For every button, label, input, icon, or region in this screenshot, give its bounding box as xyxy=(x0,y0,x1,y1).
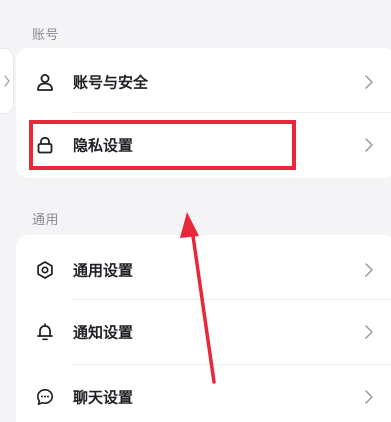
settings-item-chat[interactable]: 聊天设置 xyxy=(16,365,391,422)
chevron-right-icon xyxy=(365,75,373,89)
section-title-account: 账号 xyxy=(32,28,60,43)
settings-item-notification[interactable]: 通知设置 xyxy=(16,300,391,364)
settings-item-label: 账号与安全 xyxy=(73,73,149,92)
chevron-right-icon xyxy=(3,75,10,87)
settings-item-general[interactable]: 通用设置 xyxy=(16,238,391,302)
chevron-right-icon xyxy=(365,138,373,152)
settings-item-label: 通知设置 xyxy=(73,323,134,342)
lock-icon xyxy=(36,136,54,154)
chevron-right-icon xyxy=(365,390,373,404)
settings-item-account-security[interactable]: 账号与安全 xyxy=(16,50,391,114)
general-settings-card: 通用设置 通知设置 聊天设置 xyxy=(16,235,391,422)
settings-item-privacy[interactable]: 隐私设置 xyxy=(16,113,391,177)
section-title-general: 通用 xyxy=(32,213,60,228)
settings-page: 账号 账号与安全 隐私设置 通用 通用设置 通知设置 聊天设置 xyxy=(0,0,391,422)
settings-item-label: 隐私设置 xyxy=(73,136,134,155)
user-icon xyxy=(36,73,54,91)
settings-item-label: 通用设置 xyxy=(73,261,134,280)
account-settings-card: 账号与安全 隐私设置 xyxy=(16,48,391,178)
chevron-right-icon xyxy=(365,325,373,339)
chevron-right-icon xyxy=(365,263,373,277)
settings-item-label: 聊天设置 xyxy=(73,388,134,407)
bell-icon xyxy=(36,323,54,341)
gear-icon xyxy=(36,261,54,279)
sidebar-collapse-handle[interactable] xyxy=(0,48,14,114)
chat-icon xyxy=(36,388,54,406)
